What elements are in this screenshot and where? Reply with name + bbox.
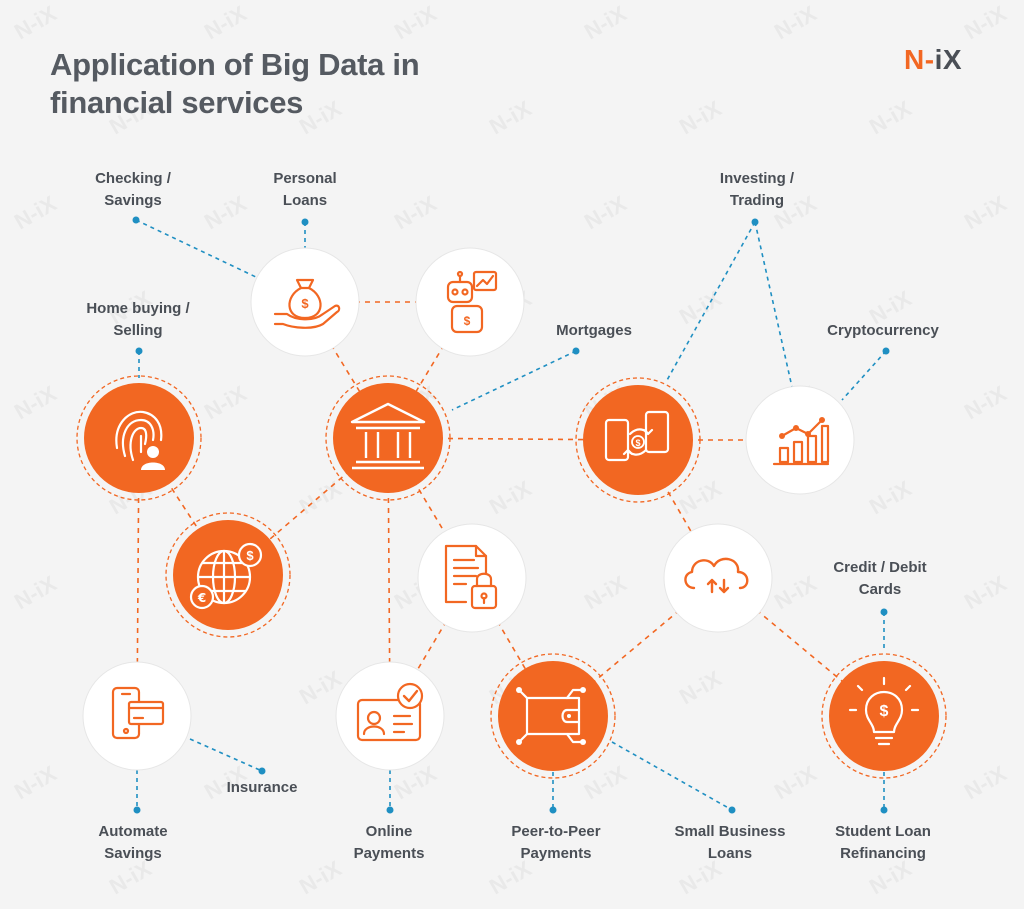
diagram-svg: N-iX N-iX N-iX N-iX N-iX N-iXN-iX N-iX N-iX N-iX…: [10, 1, 1011, 900]
connector-investing-b: [754, 221, 793, 388]
logo-dash: -: [924, 44, 935, 75]
svg-text:$: $: [246, 548, 254, 563]
growth-chart-icon: [745, 385, 855, 495]
watermark-tile: N-iX: [10, 381, 61, 425]
watermark-tile: N-iX: [960, 1, 1011, 45]
watermark-tile: N-iX: [770, 571, 821, 615]
money-bag-hand-icon: $: [250, 247, 360, 357]
watermark-tile: N-iX: [675, 286, 726, 330]
watermark-tile: N-iX: [10, 571, 61, 615]
watermark-tile: N-iX: [960, 191, 1011, 235]
secure-document-icon: [417, 523, 527, 633]
watermark-tile: N-iX: [390, 191, 441, 235]
watermark-tile: N-iX: [675, 96, 726, 140]
connector-small-business: [611, 741, 733, 811]
label-small-business-loans: Small Business Loans: [674, 823, 786, 862]
id-card-check-icon: [335, 661, 445, 771]
page-title-line-2: financial services: [50, 85, 304, 120]
svg-text:$: $: [464, 314, 471, 328]
watermark-tile: N-iX: [675, 476, 726, 520]
watermark-tile: N-iX: [960, 381, 1011, 425]
watermark-tile: N-iX: [960, 761, 1011, 805]
label-peer-to-peer-payments: Peer-to-Peer Payments: [511, 823, 601, 862]
svg-text:$: $: [301, 296, 309, 311]
svg-text:$: $: [880, 703, 889, 720]
watermark-tile: N-iX: [580, 571, 631, 615]
connector-investing-a: [665, 221, 756, 383]
label-insurance: Insurance: [226, 779, 298, 796]
watermark-tile: N-iX: [580, 761, 631, 805]
watermark-tile: N-iX: [10, 1, 61, 45]
connector-mortgages: [451, 350, 577, 411]
logo-n: N: [904, 44, 925, 75]
watermark-tile: N-iX: [295, 856, 346, 900]
watermark-tile: N-iX: [485, 96, 536, 140]
diagram-canvas: N-iX N-iX N-iX N-iX N-iX N-iX N-iX N-iX N-iX N-iX…: [0, 0, 1024, 909]
label-personal-loans: Personal Loans: [273, 170, 337, 209]
connector-checking: [135, 219, 259, 279]
label-student-loan-refinancing: Student Loan Refinancing: [835, 823, 931, 862]
watermark-tile: N-iX: [960, 571, 1011, 615]
label-mortgages: Mortgages: [556, 322, 632, 339]
globe-currency-icon: $ €: [165, 512, 291, 638]
brand-logo: N-iX: [904, 44, 962, 76]
connector-cryptocurrency: [841, 350, 887, 401]
svg-text:$: $: [635, 438, 640, 448]
watermark-tile: N-iX: [770, 1, 821, 45]
watermark-tile: N-iX: [10, 191, 61, 235]
watermark-tile: N-iX: [295, 476, 346, 520]
watermark-tile: N-iX: [10, 761, 61, 805]
lightbulb-dollar-icon: $: [821, 653, 947, 779]
watermark-tile: N-iX: [200, 191, 251, 235]
watermark-tile: N-iX: [485, 476, 536, 520]
watermark-tile: N-iX: [200, 381, 251, 425]
page-title: Application of Big Data in financial ser…: [50, 46, 420, 122]
robot-advisor-icon: $: [415, 247, 525, 357]
connector-insurance: [189, 738, 263, 772]
mobile-card-icon: [82, 661, 192, 771]
label-automate-savings: Automate Savings: [98, 823, 168, 862]
label-home-buying-selling: Home buying / Selling: [86, 300, 190, 339]
page-title-line-1: Application of Big Data in: [50, 47, 420, 82]
label-investing-trading: Investing / Trading: [719, 170, 795, 209]
svg-text:€: €: [197, 591, 206, 605]
watermark-tile: N-iX: [580, 1, 631, 45]
watermark-tile: N-iX: [580, 191, 631, 235]
logo-ix: iX: [934, 44, 963, 75]
label-credit-debit-cards: Credit / Debit Cards: [833, 559, 927, 598]
label-online-payments: Online Payments: [353, 823, 425, 862]
label-checking-savings: Checking / Savings: [95, 170, 171, 209]
watermark-tile: N-iX: [200, 1, 251, 45]
fingerprint-user-icon: [76, 375, 202, 501]
watermark-tile: N-iX: [770, 761, 821, 805]
cloud-sync-icon: [663, 523, 773, 633]
label-cryptocurrency: Cryptocurrency: [827, 322, 939, 339]
watermark-tile: N-iX: [390, 1, 441, 45]
watermark-tile: N-iX: [675, 666, 726, 710]
watermark-tile: N-iX: [865, 476, 916, 520]
watermark-tile: N-iX: [865, 96, 916, 140]
